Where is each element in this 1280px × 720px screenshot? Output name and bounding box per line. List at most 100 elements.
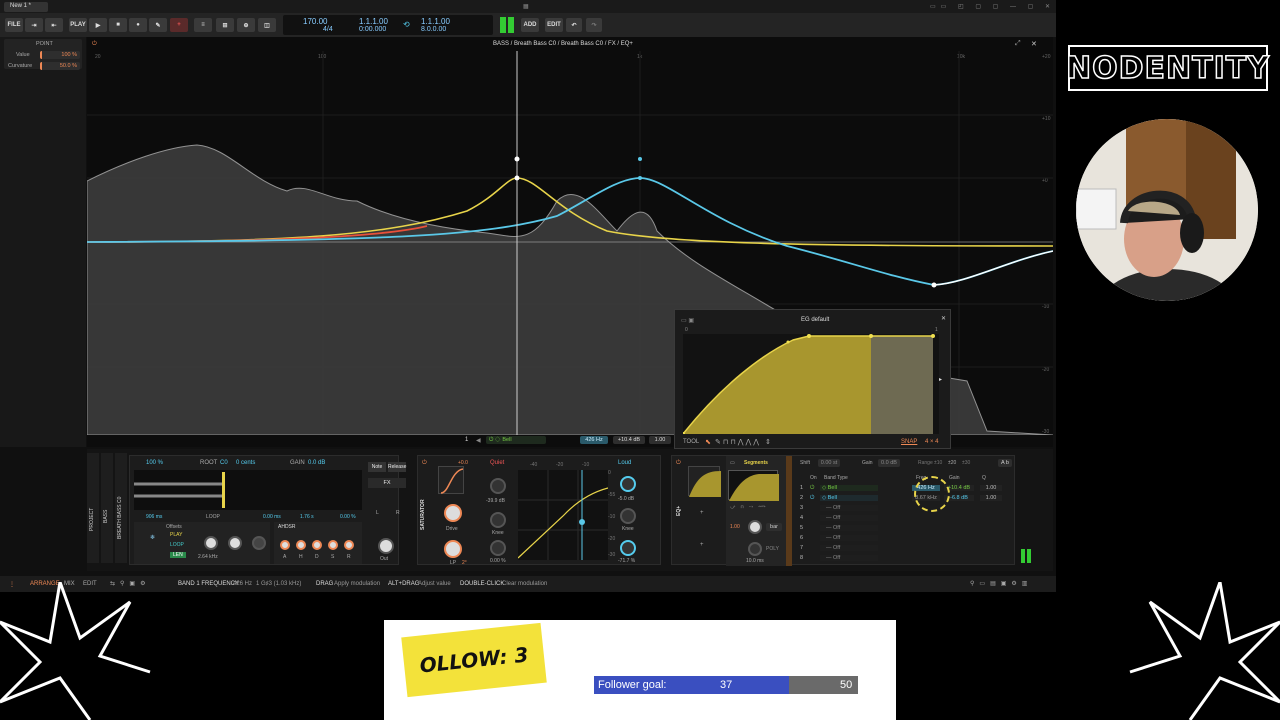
band-type-cell[interactable]: — Off: [820, 555, 878, 561]
offset-loop[interactable]: LOOP: [170, 542, 184, 548]
band-freq-field[interactable]: 426 Hz: [580, 436, 608, 444]
instrument-strip[interactable]: BREATH BASS C0: [115, 453, 127, 563]
file-button[interactable]: FILE: [5, 18, 23, 32]
band-type-cell[interactable]: — Off: [820, 515, 878, 521]
bass-strip[interactable]: BASS: [101, 453, 113, 563]
eg-envelope[interactable]: [683, 334, 939, 434]
add-track-icon[interactable]: ⊕: [237, 18, 255, 32]
expand-icon[interactable]: ⤢: [1015, 40, 1021, 48]
edit-button[interactable]: EDIT: [545, 18, 563, 32]
grid-icon[interactable]: ⊞: [216, 18, 234, 32]
offset-knob-2[interactable]: [252, 536, 266, 550]
value-field[interactable]: 100 %: [40, 51, 80, 59]
position-display[interactable]: 1.1.1.00: [359, 17, 388, 26]
table-row[interactable]: 6 — Off: [800, 535, 900, 544]
segments-preview[interactable]: [728, 470, 779, 501]
band-type-cell[interactable]: — Off: [820, 525, 878, 531]
range-10[interactable]: ±10: [934, 460, 942, 466]
transfer-curve[interactable]: [517, 470, 609, 560]
segments-time-knob[interactable]: [748, 542, 762, 556]
range-30[interactable]: ±30: [962, 460, 970, 466]
segments-rate-knob[interactable]: [748, 520, 762, 534]
add-mod-icon-2[interactable]: +: [700, 542, 704, 548]
eg-close-icon[interactable]: ✕: [941, 315, 946, 322]
panel-toggle-icons[interactable]: ⚲▭▤▣⚙▥: [970, 580, 1032, 587]
eq-gain-field[interactable]: 0.0 dB: [878, 459, 900, 467]
sustain-knob[interactable]: [328, 540, 338, 550]
table-row[interactable]: 8 — Off: [800, 555, 900, 564]
snap-toggle[interactable]: SNAP: [901, 439, 917, 445]
saturator-power-icon[interactable]: ⏻: [422, 460, 427, 467]
loud-knee-knob[interactable]: [620, 508, 636, 524]
grid-size[interactable]: 4 × 4: [925, 439, 939, 445]
play-menu-button[interactable]: PLAY: [69, 18, 87, 32]
loop-b[interactable]: 1.76 s: [300, 514, 314, 520]
snowflake-icon[interactable]: ❄: [150, 534, 155, 541]
ab-toggle[interactable]: A b: [998, 459, 1012, 467]
band-q-cell[interactable]: 1.00: [980, 495, 1002, 501]
shape-tools[interactable]: ✎⊓⊓⋀⋀⋀ ⇕: [715, 438, 773, 446]
band-on-icon[interactable]: ⏻: [810, 495, 814, 502]
band-on-icon[interactable]: ⏻: [810, 485, 814, 492]
table-row[interactable]: 2 ⏻ ◇ Bell 8.67 kHz -6.8 dB 1.00: [800, 495, 1010, 504]
band-type-cell[interactable]: — Off: [820, 535, 878, 541]
project-tab[interactable]: New 1 *: [4, 2, 48, 12]
quiet-amount-knob[interactable]: [490, 540, 506, 556]
band-type-cell[interactable]: — Off: [820, 545, 878, 551]
release-knob[interactable]: [344, 540, 354, 550]
offset-play[interactable]: PLAY: [170, 532, 182, 538]
loop-icon[interactable]: ⟲: [403, 20, 410, 29]
lp-knob[interactable]: [444, 540, 462, 558]
loop-start-display[interactable]: 1.1.1.00: [421, 17, 450, 26]
import-icon[interactable]: ⇥: [25, 18, 43, 32]
quiet-knob[interactable]: [490, 478, 506, 494]
band-type-select[interactable]: ⏻ ◇ Bell: [486, 436, 546, 444]
record-icon[interactable]: ●: [129, 18, 147, 32]
table-row[interactable]: 3 — Off: [800, 505, 900, 514]
range-20[interactable]: ±20: [948, 460, 956, 466]
quiet-knee-knob[interactable]: [490, 512, 506, 528]
eq-power-icon[interactable]: ⏻: [676, 460, 681, 467]
power-icon[interactable]: ⏻: [92, 41, 97, 48]
table-row[interactable]: 1 ⏻ ◇ Bell 426 Hz +10.4 dB 1.00: [800, 485, 1010, 494]
add-button[interactable]: ADD: [521, 18, 539, 32]
waveform-display[interactable]: [134, 470, 362, 510]
band-type-cell[interactable]: ◇ Bell: [820, 495, 878, 501]
hold-knob[interactable]: [296, 540, 306, 550]
time-display[interactable]: 0:00.000: [359, 26, 386, 33]
shift-field[interactable]: 0.00 st: [818, 459, 840, 467]
prev-band-icon[interactable]: ◀: [476, 437, 481, 444]
arm-icon[interactable]: +: [170, 18, 188, 32]
segments-amount[interactable]: 1.00: [730, 524, 740, 530]
window-controls[interactable]: ▭▭ ◰ ▢ ▢ — ▢ ✕: [930, 3, 1055, 10]
table-row[interactable]: 4 — Off: [800, 515, 900, 524]
loud-knob[interactable]: [620, 476, 636, 492]
cents-value[interactable]: 0 cents: [236, 460, 255, 466]
offset-knob[interactable]: [228, 536, 242, 550]
root-value[interactable]: C0: [220, 460, 228, 466]
pointer-tool-icon[interactable]: ⬉: [705, 438, 711, 446]
table-row[interactable]: 7 — Off: [800, 545, 900, 554]
band-q-cell[interactable]: 1.00: [980, 485, 1002, 491]
close-editor-icon[interactable]: ✕: [1031, 40, 1037, 48]
stop-icon[interactable]: ■: [109, 18, 127, 32]
metronome-icon[interactable]: ≡: [194, 18, 212, 32]
tempo-display[interactable]: 170.00: [303, 17, 327, 26]
loop-c[interactable]: 0.00 %: [340, 514, 356, 520]
folder-icon[interactable]: ▭ ▣: [681, 317, 694, 324]
drive-offset[interactable]: +0.0: [458, 460, 468, 466]
offset-len[interactable]: LEN: [170, 552, 186, 558]
mod-depth-strip[interactable]: [786, 456, 792, 566]
segments-bar-toggle[interactable]: bar: [766, 523, 782, 531]
band-type-cell[interactable]: — Off: [820, 505, 878, 511]
attack-knob[interactable]: [280, 540, 290, 550]
sampler-volume[interactable]: 100 %: [146, 460, 163, 466]
undo-icon[interactable]: ↶: [566, 18, 582, 32]
band-type-cell[interactable]: ◇ Bell: [820, 485, 878, 491]
export-icon[interactable]: ⇤: [45, 18, 63, 32]
loop-end-display[interactable]: 8.0.0.00: [421, 26, 446, 33]
note-button[interactable]: Note: [368, 462, 386, 472]
drive-knob[interactable]: [444, 504, 462, 522]
curvature-field[interactable]: 50.0 %: [40, 62, 80, 70]
band-q-field[interactable]: 1.00: [649, 436, 671, 444]
